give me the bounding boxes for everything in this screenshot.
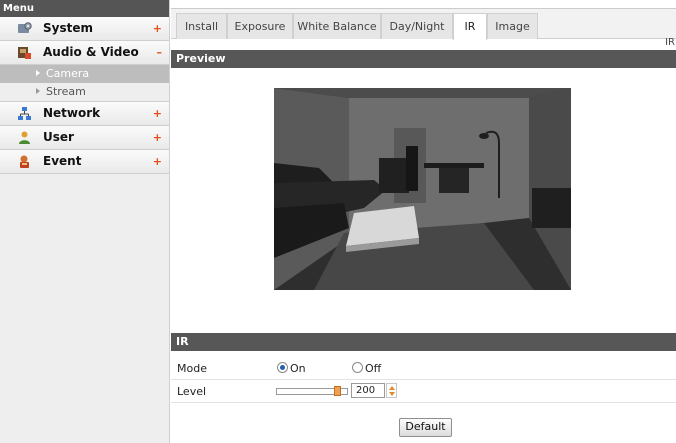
expand-icon: +: [152, 131, 162, 144]
menu-item-event[interactable]: Event +: [0, 150, 169, 174]
expand-icon: +: [152, 107, 162, 120]
collapse-icon: –: [156, 46, 163, 59]
default-button[interactable]: Default: [399, 418, 452, 437]
tab-ir[interactable]: IR: [453, 13, 487, 40]
level-slider-track[interactable]: [276, 386, 348, 396]
submenu-item-camera[interactable]: Camera: [0, 65, 169, 83]
tab-white-balance[interactable]: White Balance: [293, 13, 381, 39]
mode-off-radio[interactable]: [352, 362, 363, 373]
user-icon: [19, 131, 30, 144]
system-icon: [18, 22, 32, 33]
mode-off-label: Off: [365, 362, 382, 375]
page-corner-label: IR: [665, 37, 675, 48]
network-icon: [18, 107, 31, 120]
spin-down-icon[interactable]: [389, 392, 395, 396]
mode-on-label: On: [290, 362, 306, 375]
submenu-item-stream[interactable]: Stream: [0, 83, 169, 101]
menu-label-system: System: [43, 21, 93, 35]
menu-label-network: Network: [43, 106, 101, 120]
arrow-right-icon: [36, 88, 40, 94]
tab-day-night[interactable]: Day/Night: [381, 13, 453, 39]
level-label: Level: [177, 385, 207, 398]
submenu-label-camera: Camera: [46, 67, 90, 80]
level-value-input[interactable]: 200: [351, 383, 385, 398]
arrow-right-icon: [36, 70, 40, 76]
tab-image[interactable]: Image: [487, 13, 538, 39]
tab-install[interactable]: Install: [176, 13, 227, 39]
mode-label: Mode: [177, 362, 207, 375]
preview-header: Preview: [171, 50, 676, 68]
menu-item-network[interactable]: Network +: [0, 101, 169, 126]
spin-up-icon[interactable]: [389, 386, 395, 390]
menu-item-user[interactable]: User +: [0, 126, 169, 150]
level-row: Level 200: [171, 381, 676, 403]
expand-icon: +: [152, 22, 162, 35]
mode-on-radio[interactable]: [277, 362, 288, 373]
expand-icon: +: [152, 155, 162, 168]
menu-label-user: User: [43, 130, 74, 144]
level-spinner[interactable]: [386, 383, 397, 398]
ir-section-header: IR: [171, 333, 676, 351]
camera-preview-image: [274, 88, 571, 290]
tab-bar: Install Exposure White Balance Day/Night…: [171, 8, 676, 40]
submenu-label-stream: Stream: [46, 85, 86, 98]
camera-feed-image: [274, 88, 571, 290]
tab-exposure[interactable]: Exposure: [227, 13, 293, 39]
event-icon: [20, 155, 29, 168]
menu-label-audio-video: Audio & Video: [43, 45, 139, 59]
menu-item-audio-video[interactable]: Audio & Video –: [0, 41, 169, 65]
menu-item-system[interactable]: System +: [0, 17, 169, 41]
menu-title: Menu: [0, 0, 169, 17]
sidebar-menu: Menu System + Audio & Video – Camera Str…: [0, 0, 170, 443]
audio-video-icon: [18, 47, 31, 59]
mode-row: Mode On Off: [171, 358, 676, 380]
menu-label-event: Event: [43, 154, 82, 168]
level-slider-handle[interactable]: [334, 386, 341, 396]
